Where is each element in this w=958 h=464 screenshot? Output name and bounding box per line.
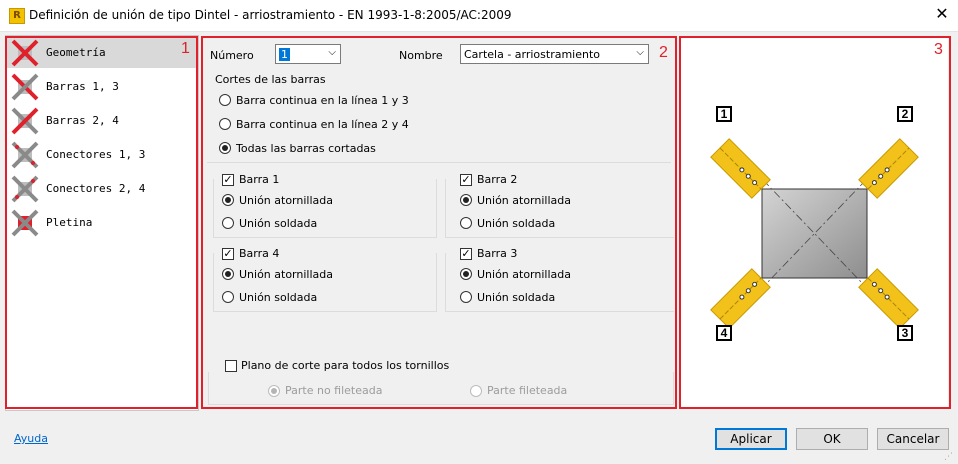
numero-value: 1 bbox=[279, 48, 290, 61]
barra-3-atornillada-radio[interactable] bbox=[460, 268, 472, 280]
list-item-pletina[interactable]: Pletina bbox=[6, 206, 196, 238]
separator bbox=[207, 162, 671, 163]
barra-1-atornillada-radio[interactable] bbox=[222, 194, 234, 206]
barra-2-soldada-label: Unión soldada bbox=[477, 217, 556, 230]
barra-3-soldada-radio[interactable] bbox=[460, 291, 472, 303]
zone-number-2: 2 bbox=[659, 44, 668, 61]
parte-no-fileteada-radio[interactable] bbox=[268, 385, 280, 397]
geometry-cross-icon bbox=[11, 39, 39, 67]
parte-fileteada-radio[interactable] bbox=[470, 385, 482, 397]
barra-2-checkbox[interactable]: ✓ bbox=[460, 174, 472, 186]
parte-no-fileteada-label: Parte no fileteada bbox=[285, 384, 383, 397]
connection-drawing bbox=[710, 138, 919, 329]
bar-3 bbox=[858, 268, 919, 329]
barra-4-soldada-radio[interactable] bbox=[222, 291, 234, 303]
resize-grip-icon[interactable]: ⋰ bbox=[944, 452, 954, 462]
apply-button[interactable]: Aplicar bbox=[715, 428, 787, 450]
numero-select[interactable]: 1 ⌵ bbox=[275, 44, 341, 64]
zone-number-3: 3 bbox=[934, 41, 943, 58]
list-item-label: Barras 2, 4 bbox=[46, 114, 119, 127]
bar-label-2: 2 bbox=[897, 106, 913, 122]
barra-1-soldada-label: Unión soldada bbox=[239, 217, 318, 230]
list-item-label: Conectores 1, 3 bbox=[46, 148, 146, 161]
bar-4 bbox=[710, 268, 771, 329]
cortes-option-label: Barra continua en la línea 2 y 4 bbox=[236, 118, 409, 131]
list-item-barras-1-3[interactable]: Barras 1, 3 bbox=[6, 70, 196, 102]
cortes-option-label: Barra continua en la línea 1 y 3 bbox=[236, 94, 409, 107]
app-icon: R bbox=[9, 8, 25, 24]
barra-1-checkbox[interactable]: ✓ bbox=[222, 174, 234, 186]
barra-2-soldada-radio[interactable] bbox=[460, 217, 472, 229]
title-bar: R Definición de unión de tipo Dintel - a… bbox=[0, 0, 958, 32]
cortes-radio-2-4[interactable] bbox=[219, 118, 231, 130]
connectors-cross-icon bbox=[11, 141, 39, 169]
barra-1-atornillada-label: Unión atornillada bbox=[239, 194, 333, 207]
barra-3-soldada-label: Unión soldada bbox=[477, 291, 556, 304]
barra-3-title: Barra 3 bbox=[477, 247, 521, 260]
barra-2-title: Barra 2 bbox=[477, 173, 521, 186]
plate-cross-icon bbox=[11, 209, 39, 237]
barra-4-atornillada-radio[interactable] bbox=[222, 268, 234, 280]
barra-4-title: Barra 4 bbox=[239, 247, 283, 260]
parte-fileteada-label: Parte fileteada bbox=[487, 384, 568, 397]
barra-1-soldada-radio[interactable] bbox=[222, 217, 234, 229]
connection-preview: 1 2 4 3 bbox=[681, 37, 948, 407]
bar-label-1: 1 bbox=[716, 106, 732, 122]
barra-2-atornillada-label: Unión atornillada bbox=[477, 194, 571, 207]
list-item-conectores-2-4[interactable]: Conectores 2, 4 bbox=[6, 172, 196, 204]
list-item-geometria[interactable]: Geometría bbox=[6, 36, 196, 68]
ok-button[interactable]: OK bbox=[796, 428, 868, 450]
list-item-label: Pletina bbox=[46, 216, 93, 229]
cortes-option-label: Todas las barras cortadas bbox=[236, 142, 376, 155]
window-title: Definición de unión de tipo Dintel - arr… bbox=[29, 8, 512, 22]
barra-4-soldada-label: Unión soldada bbox=[239, 291, 318, 304]
category-list: Geometría Barras 1, 3 Barras 2, 4 Conect… bbox=[5, 35, 199, 411]
plano-label: Plano de corte para todos los tornillos bbox=[241, 359, 453, 372]
numero-label: Número bbox=[210, 49, 254, 62]
list-item-label: Geometría bbox=[46, 46, 106, 59]
list-item-label: Conectores 2, 4 bbox=[46, 182, 146, 195]
barra-4-checkbox[interactable]: ✓ bbox=[222, 248, 234, 260]
nombre-value: Cartela - arriostramiento bbox=[464, 48, 601, 61]
bars-cross-icon bbox=[11, 107, 39, 135]
list-item-barras-2-4[interactable]: Barras 2, 4 bbox=[6, 104, 196, 136]
chevron-down-icon: ⌵ bbox=[328, 47, 336, 58]
bar-label-3: 3 bbox=[897, 325, 913, 341]
connectors-cross-icon bbox=[11, 175, 39, 203]
bar-label-4: 4 bbox=[716, 325, 732, 341]
list-item-conectores-1-3[interactable]: Conectores 1, 3 bbox=[6, 138, 196, 170]
barra-3-checkbox[interactable]: ✓ bbox=[460, 248, 472, 260]
cortes-title: Cortes de las barras bbox=[215, 73, 326, 86]
barra-2-atornillada-radio[interactable] bbox=[460, 194, 472, 206]
plano-checkbox[interactable] bbox=[225, 360, 237, 372]
close-icon[interactable]: ✕ bbox=[931, 3, 953, 25]
list-item-label: Barras 1, 3 bbox=[46, 80, 119, 93]
barra-1-title: Barra 1 bbox=[239, 173, 283, 186]
cortes-radio-1-3[interactable] bbox=[219, 94, 231, 106]
bars-cross-icon bbox=[11, 73, 39, 101]
barra-4-atornillada-label: Unión atornillada bbox=[239, 268, 333, 281]
bar-1 bbox=[710, 138, 771, 199]
nombre-label: Nombre bbox=[399, 49, 443, 62]
gusset-plate bbox=[761, 188, 868, 279]
cancel-button[interactable]: Cancelar bbox=[877, 428, 949, 450]
cortes-radio-todas[interactable] bbox=[219, 142, 231, 154]
help-link[interactable]: Ayuda bbox=[14, 432, 48, 445]
geometry-form: Número 1 ⌵ Nombre Cartela - arriostramie… bbox=[203, 36, 675, 408]
bar-2 bbox=[858, 138, 919, 199]
barra-3-atornillada-label: Unión atornillada bbox=[477, 268, 571, 281]
zone-number-1: 1 bbox=[181, 40, 190, 57]
nombre-select[interactable]: Cartela - arriostramiento ⌵ bbox=[460, 44, 649, 64]
chevron-down-icon: ⌵ bbox=[636, 47, 644, 58]
